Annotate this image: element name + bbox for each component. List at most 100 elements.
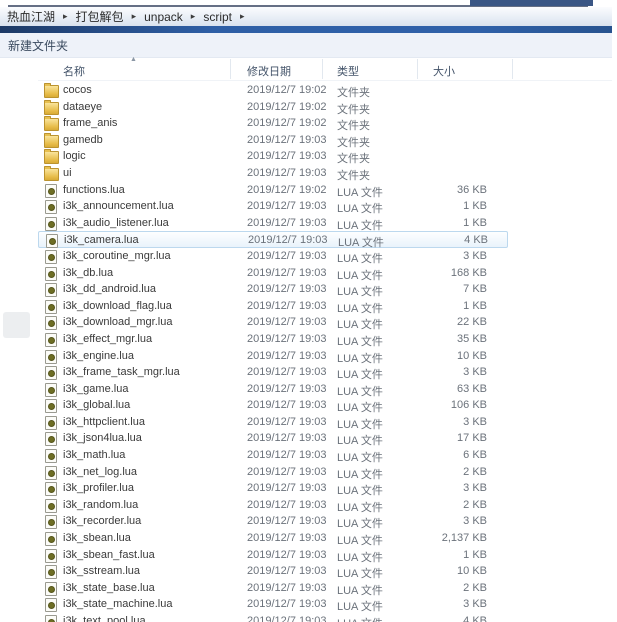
table-row[interactable]: i3k_math.lua 2019/12/7 19:03 LUA 文件 6 KB	[38, 447, 508, 464]
file-date: 2019/12/7 19:03	[247, 499, 327, 511]
table-row[interactable]: i3k_game.lua 2019/12/7 19:03 LUA 文件 63 K…	[38, 381, 508, 398]
table-row[interactable]: i3k_sbean_fast.lua 2019/12/7 19:03 LUA 文…	[38, 547, 508, 564]
file-date: 2019/12/7 19:03	[247, 283, 327, 295]
lua-file-icon	[46, 234, 58, 248]
file-name: i3k_effect_mgr.lua	[63, 333, 152, 345]
table-row[interactable]: i3k_state_base.lua 2019/12/7 19:03 LUA 文…	[38, 580, 508, 597]
file-date: 2019/12/7 19:03	[247, 316, 327, 328]
table-row[interactable]: gamedb 2019/12/7 19:03 文件夹	[38, 132, 508, 149]
file-date: 2019/12/7 19:03	[247, 399, 327, 411]
table-row[interactable]: i3k_announcement.lua 2019/12/7 19:03 LUA…	[38, 198, 508, 215]
file-name: cocos	[63, 84, 92, 96]
file-name: i3k_net_log.lua	[63, 466, 137, 478]
file-date: 2019/12/7 19:03	[247, 482, 327, 494]
column-header-name[interactable]: 名称	[63, 63, 85, 79]
lua-file-icon	[45, 499, 57, 513]
file-date: 2019/12/7 19:03	[247, 217, 327, 229]
breadcrumb-item[interactable]: 打包解包	[74, 8, 126, 25]
file-date: 2019/12/7 19:03	[247, 134, 327, 146]
table-row[interactable]: i3k_db.lua 2019/12/7 19:03 LUA 文件 168 KB	[38, 265, 508, 282]
table-row[interactable]: i3k_engine.lua 2019/12/7 19:03 LUA 文件 10…	[38, 348, 508, 365]
file-date: 2019/12/7 19:03	[248, 234, 328, 246]
file-size: 7 KB	[368, 283, 487, 295]
file-type: 文件夹	[337, 167, 370, 183]
column-header-size[interactable]: 大小	[433, 63, 455, 79]
breadcrumb-item[interactable]: script	[201, 10, 234, 24]
table-row[interactable]: ui 2019/12/7 19:03 文件夹	[38, 165, 508, 182]
table-row[interactable]: i3k_frame_task_mgr.lua 2019/12/7 19:03 L…	[38, 364, 508, 381]
file-date: 2019/12/7 19:03	[247, 250, 327, 262]
lua-file-icon	[45, 532, 57, 546]
file-name: logic	[63, 150, 86, 162]
breadcrumb-arrow-icon: ▸	[185, 11, 202, 22]
file-size: 22 KB	[368, 316, 487, 328]
command-toolbar: 新建文件夹	[0, 33, 612, 58]
file-name: i3k_state_machine.lua	[63, 598, 172, 610]
table-row[interactable]: i3k_sstream.lua 2019/12/7 19:03 LUA 文件 1…	[38, 563, 508, 580]
breadcrumb-item[interactable]: unpack	[142, 10, 185, 24]
file-name: i3k_sbean.lua	[63, 532, 131, 544]
file-name: i3k_global.lua	[63, 399, 130, 411]
file-size: 3 KB	[368, 250, 487, 262]
file-date: 2019/12/7 19:03	[247, 300, 327, 312]
lua-file-icon	[45, 267, 57, 281]
table-row[interactable]: i3k_net_log.lua 2019/12/7 19:03 LUA 文件 2…	[38, 464, 508, 481]
lua-file-icon	[45, 582, 57, 596]
sort-ascending-icon: ▲	[130, 56, 137, 63]
file-list: ▲ 名称 修改日期 类型 大小 cocos 2019/12/7 19:02 文件…	[0, 58, 617, 622]
file-size: 10 KB	[368, 565, 487, 577]
file-name: frame_anis	[63, 117, 117, 129]
table-row[interactable]: dataeye 2019/12/7 19:02 文件夹	[38, 99, 508, 116]
table-row[interactable]: cocos 2019/12/7 19:02 文件夹	[38, 82, 508, 99]
table-row[interactable]: logic 2019/12/7 19:03 文件夹	[38, 148, 508, 165]
table-row[interactable]: i3k_camera.lua 2019/12/7 19:03 LUA 文件 4 …	[38, 231, 508, 248]
file-size: 168 KB	[368, 267, 487, 279]
file-name: i3k_json4lua.lua	[63, 432, 142, 444]
file-name: gamedb	[63, 134, 103, 146]
table-row[interactable]: i3k_dd_android.lua 2019/12/7 19:03 LUA 文…	[38, 281, 508, 298]
lua-file-icon	[45, 449, 57, 463]
file-date: 2019/12/7 19:03	[247, 532, 327, 544]
file-date: 2019/12/7 19:02	[247, 184, 327, 196]
folder-icon	[44, 168, 59, 181]
table-row[interactable]: i3k_download_mgr.lua 2019/12/7 19:03 LUA…	[38, 314, 508, 331]
file-date: 2019/12/7 19:03	[247, 449, 327, 461]
table-row[interactable]: functions.lua 2019/12/7 19:02 LUA 文件 36 …	[38, 182, 508, 199]
file-size: 2 KB	[368, 582, 487, 594]
table-row[interactable]: i3k_json4lua.lua 2019/12/7 19:03 LUA 文件 …	[38, 430, 508, 447]
table-row[interactable]: i3k_state_machine.lua 2019/12/7 19:03 LU…	[38, 596, 508, 613]
file-name: dataeye	[63, 101, 102, 113]
new-folder-button[interactable]: 新建文件夹	[0, 37, 68, 54]
file-size: 1 KB	[368, 549, 487, 561]
table-row[interactable]: i3k_recorder.lua 2019/12/7 19:03 LUA 文件 …	[38, 513, 508, 530]
file-size: 2 KB	[368, 466, 487, 478]
table-row[interactable]: i3k_random.lua 2019/12/7 19:03 LUA 文件 2 …	[38, 497, 508, 514]
column-header-type[interactable]: 类型	[337, 63, 359, 79]
table-row[interactable]: i3k_coroutine_mgr.lua 2019/12/7 19:03 LU…	[38, 248, 508, 265]
top-border-fragment	[470, 0, 593, 6]
table-row[interactable]: i3k_download_flag.lua 2019/12/7 19:03 LU…	[38, 298, 508, 315]
file-type: 文件夹	[337, 134, 370, 150]
table-row[interactable]: i3k_sbean.lua 2019/12/7 19:03 LUA 文件 2,1…	[38, 530, 508, 547]
table-row[interactable]: i3k_text_pool.lua 2019/12/7 19:03 LUA 文件…	[38, 613, 508, 622]
table-row[interactable]: i3k_audio_listener.lua 2019/12/7 19:03 L…	[38, 215, 508, 232]
file-name: i3k_audio_listener.lua	[63, 217, 169, 229]
file-size: 1 KB	[368, 217, 487, 229]
table-row[interactable]: i3k_global.lua 2019/12/7 19:03 LUA 文件 10…	[38, 397, 508, 414]
file-name: i3k_db.lua	[63, 267, 113, 279]
table-row[interactable]: i3k_effect_mgr.lua 2019/12/7 19:03 LUA 文…	[38, 331, 508, 348]
table-row[interactable]: i3k_httpclient.lua 2019/12/7 19:03 LUA 文…	[38, 414, 508, 431]
column-header-date[interactable]: 修改日期	[247, 63, 291, 79]
address-bar[interactable]: 热血江湖▸打包解包▸unpack▸script▸	[0, 7, 612, 26]
lua-file-icon	[45, 515, 57, 529]
file-name: i3k_announcement.lua	[63, 200, 174, 212]
table-row[interactable]: frame_anis 2019/12/7 19:02 文件夹	[38, 115, 508, 132]
breadcrumb-item[interactable]: 热血江湖	[5, 8, 57, 25]
file-size: 4 KB	[369, 234, 488, 246]
left-pane-fragment	[3, 312, 30, 338]
lua-file-icon	[45, 200, 57, 214]
file-size: 3 KB	[368, 366, 487, 378]
table-row[interactable]: i3k_profiler.lua 2019/12/7 19:03 LUA 文件 …	[38, 480, 508, 497]
top-strip	[0, 0, 612, 6]
file-name: i3k_state_base.lua	[63, 582, 155, 594]
